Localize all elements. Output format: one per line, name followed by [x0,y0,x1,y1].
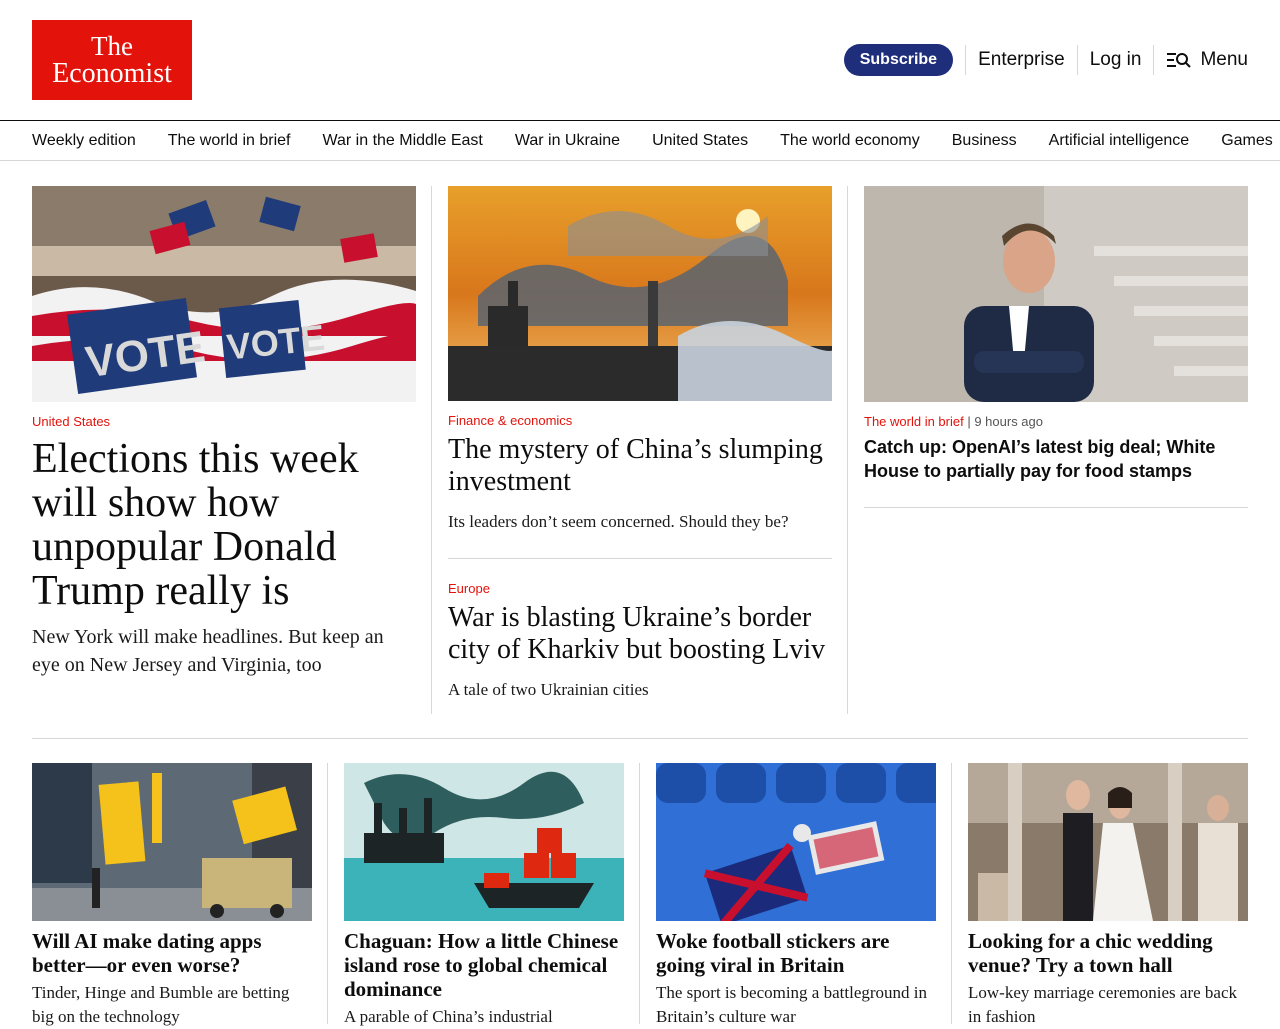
header-separator [1076,45,1078,75]
openai-portrait-image[interactable] [864,186,1248,402]
nav-item-united-states[interactable]: United States [652,132,748,149]
brief-headline[interactable]: Catch up: OpenAI’s latest big deal; Whit… [864,435,1248,483]
town-hall-wedding-article[interactable]: Looking for a chic wedding venue? Try a … [968,763,1248,1029]
nav-item-games[interactable]: Games [1221,132,1273,149]
enterprise-link[interactable]: Enterprise [978,49,1065,71]
football-stickers-headline[interactable]: Woke football stickers are going viral i… [656,929,936,977]
column-divider [639,763,640,1024]
china-kicker[interactable]: Finance & economics [448,413,832,428]
football-stickers-dek: The sport is becoming a battleground in … [656,983,927,1026]
nav-item-weekly-edition[interactable]: Weekly edition [32,132,136,149]
header-separator [1153,45,1155,75]
lead-headline[interactable]: Elections this week will show how unpopu… [32,437,416,613]
menu-button[interactable]: Menu [1166,49,1248,71]
middle-column: Finance & economics The mystery of China… [448,186,832,702]
nav-item-business[interactable]: Business [952,132,1017,149]
menu-label: Menu [1200,49,1248,70]
logo-line-2: Economist [52,58,172,89]
chaguan-dek: A parable of China’s industrial [344,1007,553,1026]
nav-item-middle-east[interactable]: War in the Middle East [322,132,482,149]
town-hall-headline[interactable]: Looking for a chic wedding venue? Try a … [968,929,1248,977]
china-dek: Its leaders don’t seem concerned. Should… [448,512,789,531]
brief-section-link[interactable]: The world in brief [864,414,964,429]
world-in-brief-article[interactable]: The world in brief | 9 hours ago Catch u… [864,186,1248,508]
article-divider [448,558,832,559]
wedding-image[interactable] [968,763,1248,921]
town-hall-dek: Low-key marriage ceremonies are back in … [968,983,1238,1026]
nav-item-world-in-brief[interactable]: The world in brief [168,132,291,149]
china-headline[interactable]: The mystery of China’s slumping investme… [448,434,832,498]
nav-item-ukraine[interactable]: War in Ukraine [515,132,620,149]
column-divider [951,763,952,1024]
lead-article[interactable]: VOTE VOTE United States Elections this w… [32,186,416,679]
china-smokestack-image[interactable] [448,186,832,401]
site-header: The Economist Subscribe Enterprise Log i… [0,0,1280,120]
lead-kicker[interactable]: United States [32,414,416,429]
brief-kicker: The world in brief | 9 hours ago [864,414,1248,429]
football-stickers-image[interactable] [656,763,936,921]
times-square-image[interactable] [32,763,312,921]
kharkiv-headline[interactable]: War is blasting Ukraine’s border city of… [448,602,832,666]
logo-line-1: The [91,31,133,61]
kharkiv-kicker[interactable]: Europe [448,581,832,596]
article-divider [864,507,1248,508]
login-link[interactable]: Log in [1090,49,1142,71]
dating-apps-headline[interactable]: Will AI make dating apps better—or even … [32,929,312,977]
football-stickers-article[interactable]: Woke football stickers are going viral i… [656,763,936,1029]
lead-image-vote-rally[interactable]: VOTE VOTE [32,186,416,402]
kharkiv-article[interactable]: Europe War is blasting Ukraine’s border … [448,581,832,702]
dating-apps-article[interactable]: Will AI make dating apps better—or even … [32,763,312,1029]
header-separator [965,45,967,75]
header-actions: Subscribe Enterprise Log in Menu [843,44,1248,76]
nav-item-world-economy[interactable]: The world economy [780,132,920,149]
brief-timestamp: 9 hours ago [974,414,1043,429]
menu-search-icon [1167,53,1192,68]
column-divider [847,186,848,714]
brief-separator: | [963,414,975,429]
kharkiv-dek: A tale of two Ukrainian cities [448,680,649,699]
china-investment-article[interactable]: Finance & economics The mystery of China… [448,186,832,534]
chaguan-illustration[interactable] [344,763,624,921]
chaguan-article[interactable]: Chaguan: How a little Chinese island ros… [344,763,624,1029]
dating-apps-dek: Tinder, Hinge and Bumble are betting big… [32,983,290,1026]
chaguan-headline[interactable]: Chaguan: How a little Chinese island ros… [344,929,624,1001]
row-divider [32,738,1248,739]
lead-dek: New York will make headlines. But keep a… [32,626,384,676]
column-divider [431,186,432,714]
nav-item-ai[interactable]: Artificial intelligence [1049,132,1190,149]
subscribe-button[interactable]: Subscribe [843,44,954,76]
economist-logo[interactable]: The Economist [32,20,192,100]
section-nav: Weekly edition The world in brief War in… [0,120,1280,161]
column-divider [327,763,328,1024]
